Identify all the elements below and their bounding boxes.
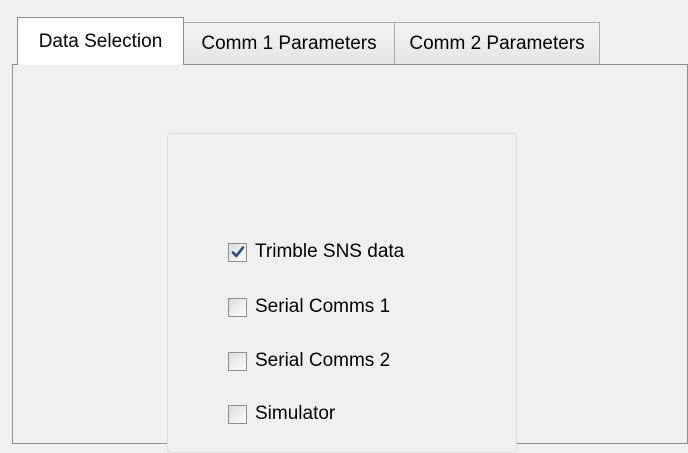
checkbox-label: Simulator — [255, 403, 336, 424]
data-source-group: Trimble SNS data Serial Comms 1 Serial C… — [167, 133, 517, 453]
checkbox-box[interactable] — [228, 404, 247, 424]
tab-comm-1-parameters[interactable]: Comm 1 Parameters — [183, 22, 395, 65]
checkbox-label: Trimble SNS data — [255, 241, 405, 262]
checkmark-icon — [231, 245, 245, 257]
tab-data-selection[interactable]: Data Selection — [17, 17, 184, 65]
checkbox-box[interactable] — [228, 297, 247, 317]
checkbox-serial-comms-2[interactable]: Serial Comms 2 — [228, 348, 390, 374]
tab-label: Comm 1 Parameters — [201, 33, 377, 54]
checkbox-box[interactable] — [228, 242, 247, 262]
checkbox-simulator[interactable]: Simulator — [228, 401, 335, 427]
checkbox-box[interactable] — [228, 351, 247, 371]
tab-comm-2-parameters[interactable]: Comm 2 Parameters — [394, 22, 600, 65]
tab-panel-data-selection: Trimble SNS data Serial Comms 1 Serial C… — [12, 64, 688, 453]
tab-label: Comm 2 Parameters — [409, 33, 585, 54]
checkbox-label: Serial Comms 1 — [255, 296, 391, 317]
checkbox-label: Serial Comms 2 — [255, 350, 391, 371]
checkbox-trimble-sns-data[interactable]: Trimble SNS data — [228, 239, 404, 265]
checkbox-serial-comms-1[interactable]: Serial Comms 1 — [228, 294, 390, 320]
tab-label: Data Selection — [38, 30, 163, 52]
tab-strip: Data Selection Comm 1 Parameters Comm 2 … — [0, 0, 688, 65]
